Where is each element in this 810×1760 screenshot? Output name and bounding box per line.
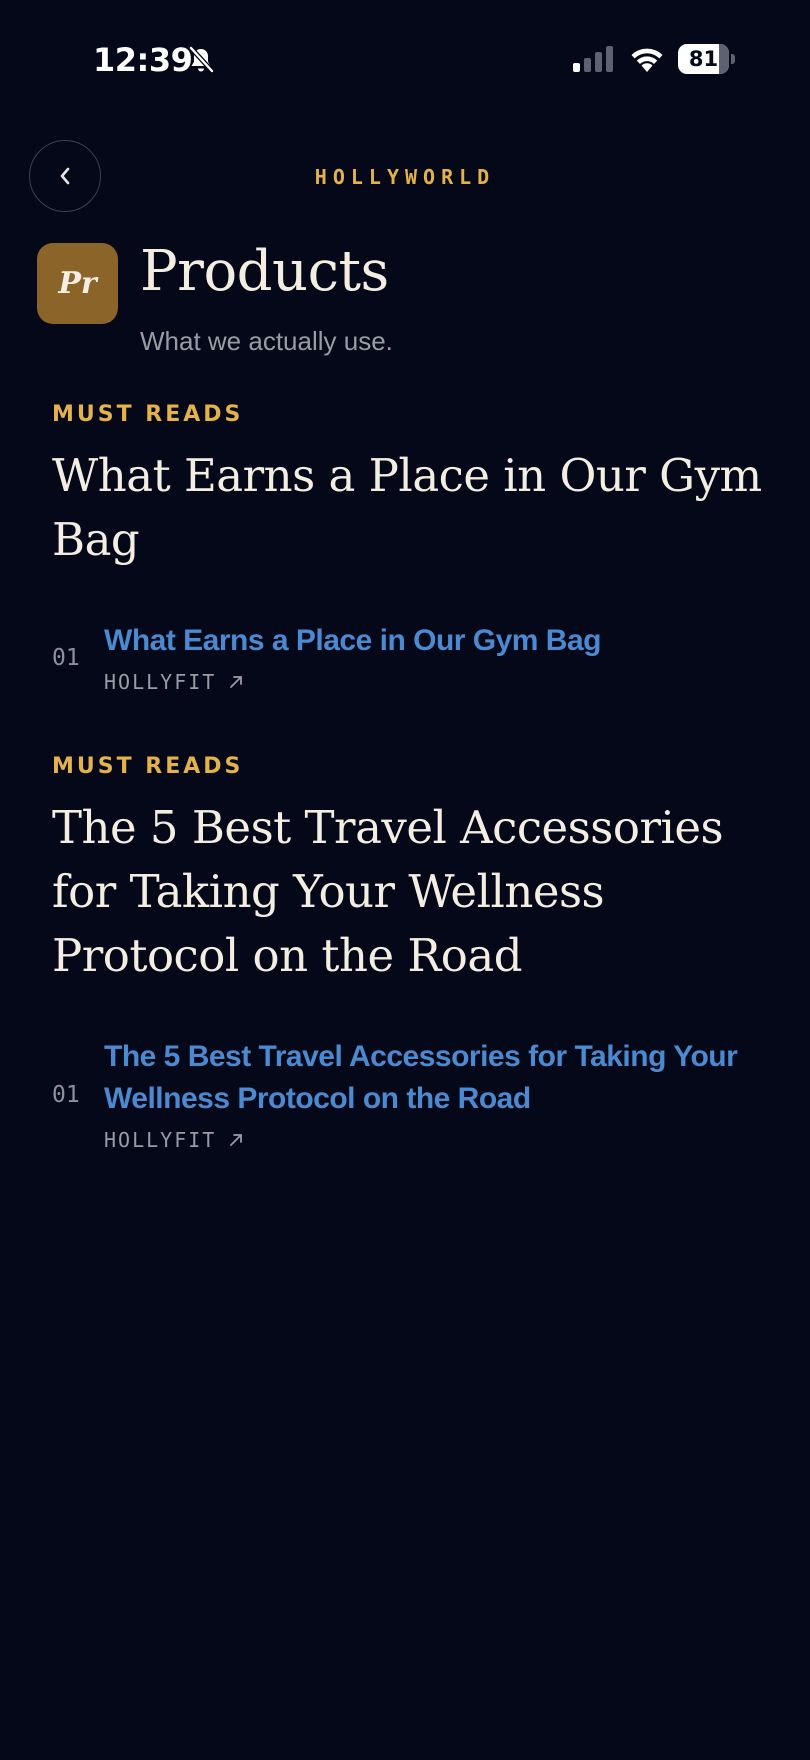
article-number: 01: [52, 645, 80, 671]
status-bar: 12:39 81: [0, 0, 810, 120]
article-source-label: HOLLYFIT: [104, 1128, 217, 1152]
external-link-arrow-icon: [230, 676, 243, 688]
article-body: What Earns a Place in Our Gym Bag HOLLYF…: [104, 620, 770, 696]
battery-indicator: 81: [678, 44, 735, 74]
section-must-reads-gym-bag: MUST READS What Earns a Place in Our Gym…: [52, 400, 770, 696]
article-link[interactable]: The 5 Best Travel Accessories for Taking…: [104, 1036, 770, 1120]
cellular-signal-icon: [573, 46, 615, 72]
battery-tip: [731, 54, 735, 64]
article-source[interactable]: HOLLYFIT: [104, 1126, 770, 1154]
article-number: 01: [52, 1082, 80, 1108]
section-label: MUST READS: [52, 754, 244, 779]
status-time: 12:39: [93, 41, 193, 79]
wifi-icon: [628, 44, 666, 74]
battery-level: 81: [688, 47, 719, 71]
article-source[interactable]: HOLLYFIT: [104, 668, 770, 696]
article-item: 01 What Earns a Place in Our Gym Bag HOL…: [52, 620, 770, 696]
bell-muted-icon: [188, 46, 214, 74]
article-item: 01 The 5 Best Travel Accessories for Tak…: [52, 1036, 770, 1154]
article-link[interactable]: What Earns a Place in Our Gym Bag: [104, 620, 770, 662]
page-title: Products: [140, 239, 389, 304]
section-label: MUST READS: [52, 402, 244, 427]
external-link-arrow-icon: [230, 1134, 243, 1146]
section-must-reads-travel-accessories: MUST READS The 5 Best Travel Accessories…: [52, 752, 770, 1154]
battery-body: 81: [678, 44, 729, 74]
article-source-label: HOLLYFIT: [104, 670, 217, 694]
page-badge: Pr: [37, 243, 118, 324]
page-subtitle: What we actually use.: [140, 326, 393, 356]
section-heading: What Earns a Place in Our Gym Bag: [52, 449, 762, 566]
section-heading: The 5 Best Travel Accessories for Taking…: [52, 801, 724, 982]
brand-title: HOLLYWORLD: [314, 165, 496, 189]
article-body: The 5 Best Travel Accessories for Taking…: [104, 1036, 770, 1154]
